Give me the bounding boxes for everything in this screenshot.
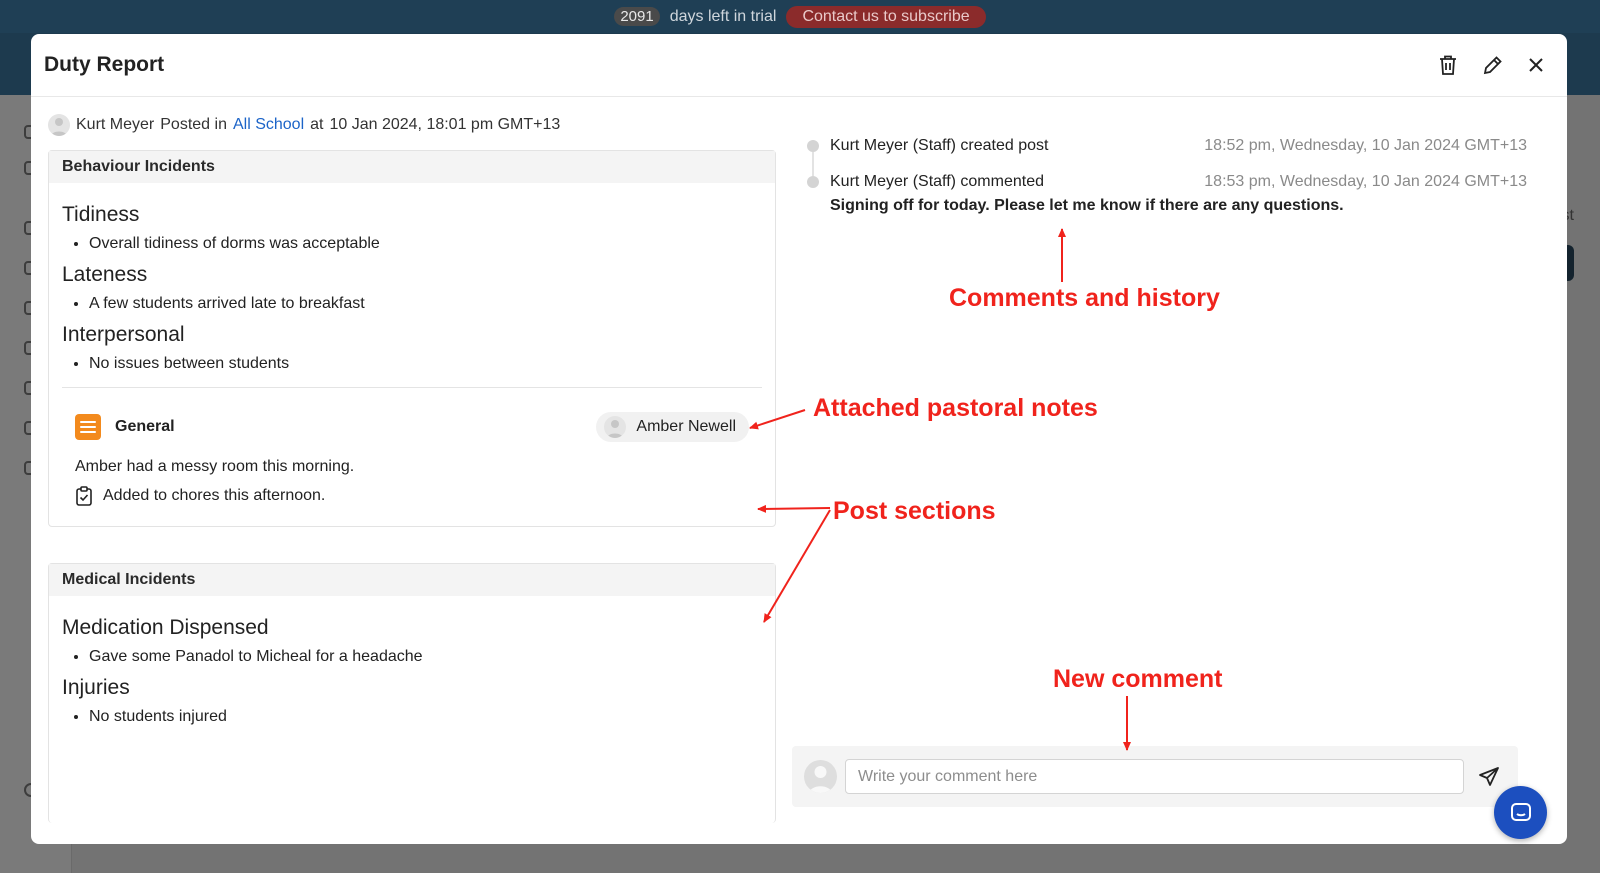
author-name[interactable]: Kurt Meyer [76,116,154,134]
history-text: Kurt Meyer (Staff) created post [830,137,1049,154]
item-title: Medication Dispensed [62,616,269,639]
post-modal: Duty Report Kurt Meyer Posted in All Sch… [31,34,1567,844]
author-avatar [48,114,70,136]
edit-button[interactable] [1474,47,1510,83]
annotation-post-sections: Post sections [833,497,996,525]
item-bullet: Gave some Panadol to Micheal for a heada… [89,646,762,668]
item-bullet: No students injured [89,706,762,728]
post-section: Behaviour Incidents Tidiness Overall tid… [48,150,776,527]
send-button[interactable] [1472,760,1506,794]
post-content: Kurt Meyer Posted in All School at 10 Ja… [48,114,776,844]
item-bullet: No issues between students [89,353,762,375]
post-section: Medical Incidents Medication Dispensed G… [48,563,776,823]
post-timestamp: 10 Jan 2024, 18:01 pm GMT+13 [329,116,561,133]
subscribe-button[interactable]: Contact us to subscribe [786,5,986,28]
note-action: Added to chores this afternoon. [75,486,749,506]
modal-header: Duty Report [31,34,1567,97]
note-text: Amber had a messy room this morning. [75,458,355,475]
pencil-icon [1483,55,1502,74]
note-category: General [115,418,175,435]
section-body: Medication Dispensed Gave some Panadol t… [49,596,775,744]
comment-input[interactable] [845,759,1464,794]
item-bullet: Overall tidiness of dorms was acceptable [89,233,762,255]
item-title: Lateness [62,263,148,286]
pastoral-note[interactable]: General Amber Newell Amber had a messy r… [62,388,762,510]
annotation-new-comment: New comment [1053,665,1223,693]
history-text: Kurt Meyer (Staff) commented [830,173,1044,190]
history-time: 18:52 pm, Wednesday, 10 Jan 2024 GMT+13 [1204,137,1527,154]
comment-text: Signing off for today. Please let me kno… [830,197,1344,214]
timeline-dot [807,176,819,188]
chat-icon [1510,802,1531,821]
history-item: Kurt Meyer (Staff) created post 18:52 pm… [807,134,1527,176]
item-bullet: A few students arrived late to breakfast [89,293,762,315]
trash-icon [1440,55,1456,75]
history-panel: Kurt Meyer (Staff) created post 18:52 pm… [807,134,1527,215]
posted-in-label: Posted in [160,116,227,133]
chat-support-button[interactable] [1494,786,1547,839]
close-icon [1529,58,1543,72]
student-name: Amber Newell [636,418,736,435]
at-label: at [310,116,324,133]
modal-title: Duty Report [44,53,165,76]
annotation-pastoral-notes: Attached pastoral notes [813,394,1098,422]
history-item: Kurt Meyer (Staff) commented 18:53 pm, W… [807,170,1527,194]
close-button[interactable] [1518,47,1554,83]
section-title: Medical Incidents [49,564,775,596]
section-body: Tidiness Overall tidiness of dorms was a… [49,183,775,526]
trial-banner: 2091 days left in trial Contact us to su… [0,0,1600,33]
student-avatar [604,416,627,438]
student-chip[interactable]: Amber Newell [596,412,749,442]
note-category-icon [75,414,101,440]
delete-button[interactable] [1430,47,1466,83]
note-action-text: Added to chores this afternoon. [103,487,326,504]
item-title: Tidiness [62,203,140,226]
post-meta: Kurt Meyer Posted in All School at 10 Ja… [48,114,776,136]
trial-days-badge: 2091 [614,7,660,26]
annotation-comments-history: Comments and history [949,284,1220,312]
history-time: 18:53 pm, Wednesday, 10 Jan 2024 GMT+13 [1204,173,1527,190]
item-title: Interpersonal [62,323,185,346]
channel-link[interactable]: All School [233,116,304,134]
section-title: Behaviour Incidents [49,151,775,183]
trial-text: days left in trial [669,7,777,25]
timeline-dot [807,140,819,152]
clipboard-check-icon [76,486,92,506]
send-icon [1479,766,1499,786]
item-title: Injuries [62,676,130,699]
new-comment-box [792,746,1518,807]
current-user-avatar [804,760,837,793]
